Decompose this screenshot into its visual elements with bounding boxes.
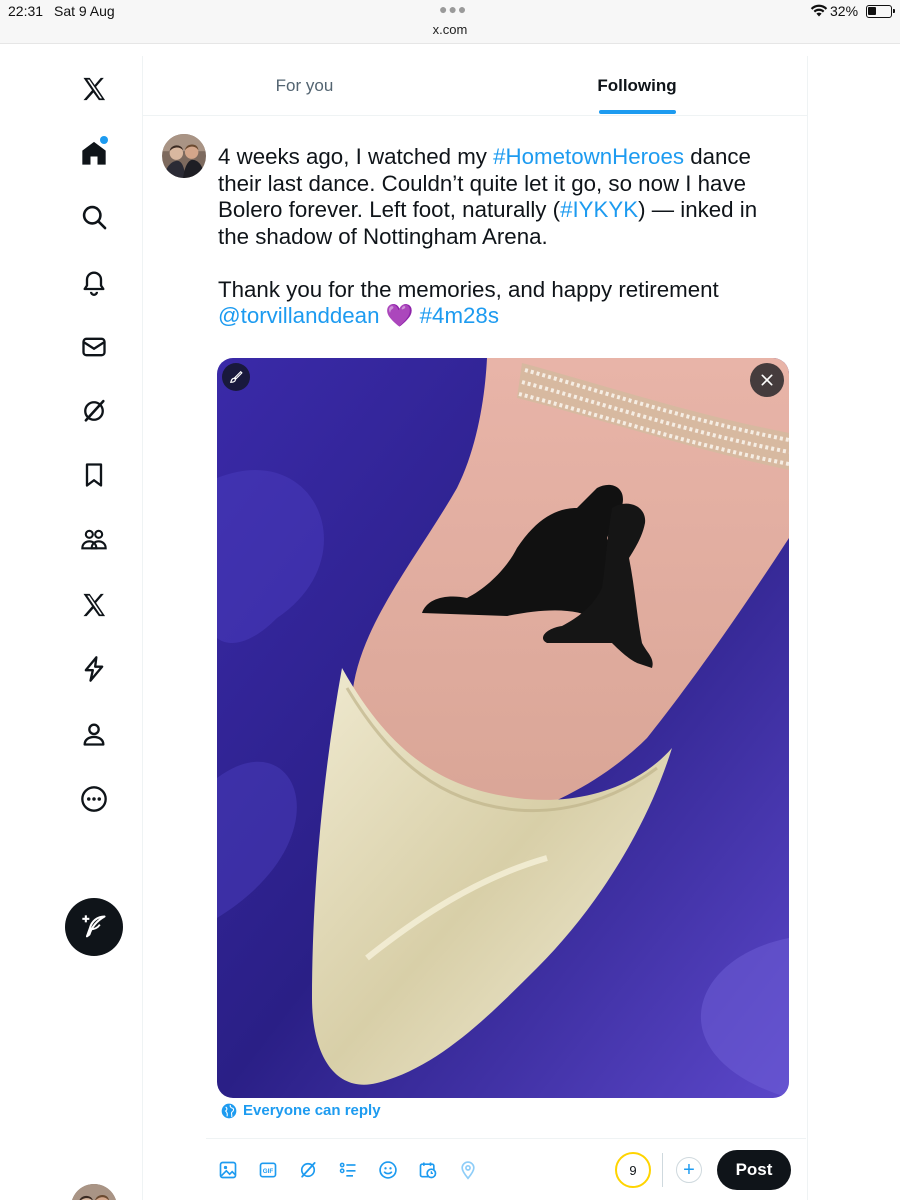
battery-icon bbox=[866, 5, 895, 18]
tab-for-you[interactable]: For you bbox=[143, 56, 466, 116]
bell-icon[interactable] bbox=[73, 261, 115, 303]
brush-icon bbox=[229, 370, 243, 383]
toolbar-separator bbox=[662, 1153, 663, 1187]
url-label[interactable]: x.com bbox=[0, 22, 900, 37]
wifi-icon bbox=[810, 4, 828, 17]
emoji-icon[interactable] bbox=[375, 1157, 401, 1183]
text-run: Thank you for the memories, and happy re… bbox=[218, 276, 719, 302]
search-icon[interactable] bbox=[73, 196, 115, 238]
composer-divider bbox=[206, 1138, 806, 1139]
status-bar: 22:31 Sat 9 Aug ●●● x.com 32% bbox=[0, 0, 900, 44]
mail-icon[interactable] bbox=[73, 326, 115, 368]
status-date: Sat 9 Aug bbox=[54, 3, 115, 19]
text-run: 4 weeks ago, I watched my bbox=[218, 144, 494, 169]
add-post-button[interactable]: + bbox=[676, 1157, 702, 1183]
post-button[interactable]: Post bbox=[717, 1150, 791, 1190]
close-icon bbox=[761, 374, 773, 386]
hashtag-4m28s[interactable]: #4m28s bbox=[420, 303, 499, 328]
attached-photo[interactable] bbox=[217, 358, 789, 1098]
post-paragraph-1: 4 weeks ago, I watched my #HometownHeroe… bbox=[218, 144, 793, 250]
notification-dot bbox=[100, 136, 108, 144]
status-time: 22:31 bbox=[8, 3, 44, 19]
communities-icon[interactable] bbox=[73, 518, 115, 560]
location-icon[interactable] bbox=[455, 1157, 481, 1183]
home-icon[interactable] bbox=[73, 132, 115, 174]
edit-media-button[interactable] bbox=[222, 363, 250, 391]
account-avatar[interactable] bbox=[71, 1184, 117, 1200]
battery-percent: 32% bbox=[830, 3, 859, 19]
reply-setting-label: Everyone can reply bbox=[243, 1102, 381, 1119]
lightning-icon[interactable] bbox=[73, 648, 115, 690]
mention-torvillanddean[interactable]: @torvillanddean bbox=[218, 303, 379, 328]
photo-foot-tattoo bbox=[217, 358, 789, 1098]
poll-icon[interactable] bbox=[335, 1157, 361, 1183]
tab-following[interactable]: Following bbox=[466, 56, 808, 116]
premium-x-icon[interactable] bbox=[73, 584, 115, 626]
hashtag-hometownheroes[interactable]: #HometownHeroes bbox=[493, 144, 684, 169]
purple-heart-emoji: 💜 bbox=[385, 303, 414, 328]
post-paragraph-2: Thank you for the memories, and happy re… bbox=[218, 277, 793, 330]
gif-icon[interactable]: GIF bbox=[255, 1157, 281, 1183]
schedule-icon[interactable] bbox=[415, 1157, 441, 1183]
grok-compose-icon[interactable] bbox=[295, 1157, 321, 1183]
timeline-tabs: For you Following bbox=[143, 56, 808, 116]
plus-icon: + bbox=[683, 1158, 695, 1181]
remove-media-button[interactable] bbox=[750, 363, 784, 397]
reply-setting-button[interactable]: Everyone can reply bbox=[221, 1102, 381, 1119]
sidebar bbox=[0, 56, 143, 1200]
tab-dots-icon[interactable]: ●●● bbox=[439, 1, 467, 17]
hashtag-iykyk[interactable]: #IYKYK bbox=[560, 197, 638, 222]
profile-icon[interactable] bbox=[73, 713, 115, 755]
grok-icon[interactable] bbox=[73, 390, 115, 432]
composer-avatar[interactable] bbox=[162, 134, 206, 178]
feather-plus-icon bbox=[82, 915, 106, 938]
active-tab-indicator bbox=[599, 110, 676, 114]
character-counter: 9 bbox=[615, 1152, 651, 1188]
composer-text[interactable]: 4 weeks ago, I watched my #HometownHeroe… bbox=[218, 144, 793, 356]
compose-button[interactable] bbox=[65, 898, 123, 956]
x-logo-icon[interactable] bbox=[73, 68, 115, 110]
media-icon[interactable] bbox=[215, 1157, 241, 1183]
main-column: For you Following 4 weeks ago, I watched… bbox=[143, 56, 808, 1200]
svg-text:GIF: GIF bbox=[263, 1168, 274, 1175]
globe-icon bbox=[221, 1103, 237, 1118]
more-icon[interactable] bbox=[73, 778, 115, 820]
bookmark-icon[interactable] bbox=[73, 454, 115, 496]
